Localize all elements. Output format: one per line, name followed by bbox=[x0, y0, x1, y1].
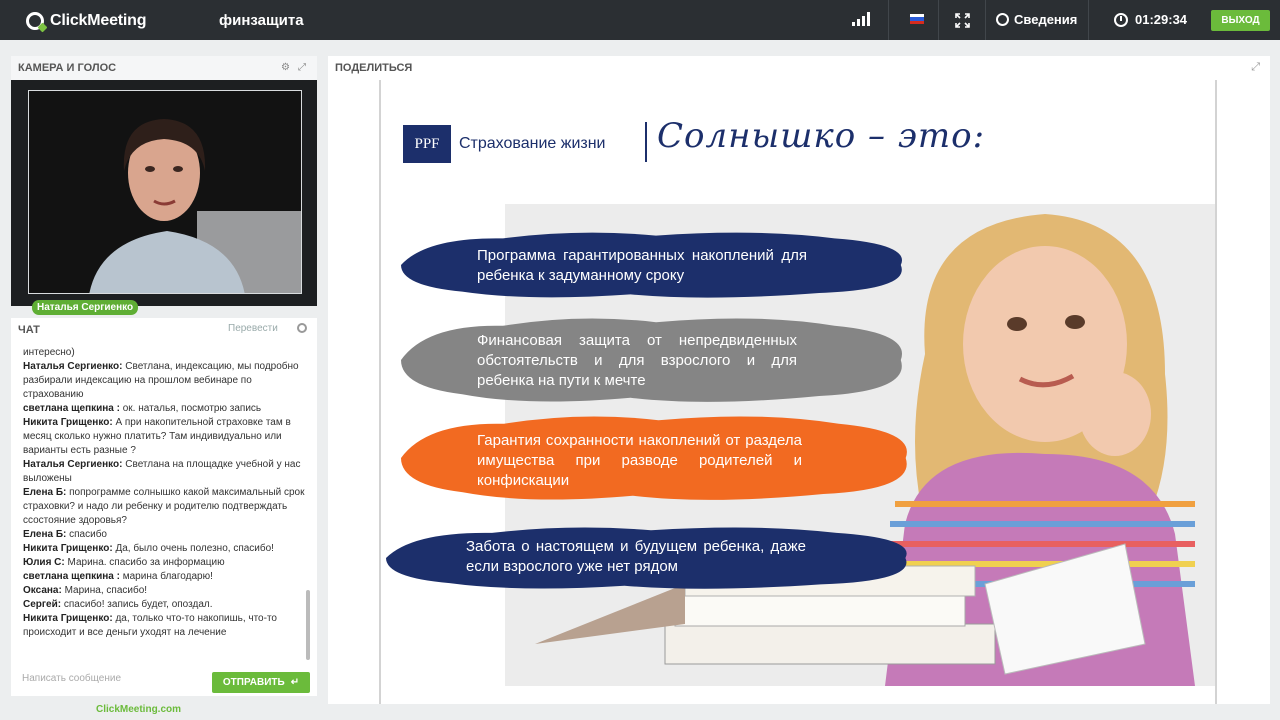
chat-scrollbar[interactable] bbox=[306, 590, 310, 660]
chat-message-text: ок. наталья, посмотрю запись bbox=[122, 403, 262, 414]
presenter-video-image bbox=[29, 91, 301, 293]
room-title: финзащита bbox=[219, 12, 304, 29]
chat-message: Никита Грищенко: Да, было очень полезно,… bbox=[23, 542, 313, 556]
chat-message: Никита Грищенко: А при накопительной стр… bbox=[23, 416, 313, 458]
presenter-name-tag: Наталья Сергиенко bbox=[32, 300, 139, 315]
slide-bullet-text: Программа гарантированных накоплений для… bbox=[477, 247, 807, 284]
slide-title: Солнышко – это: bbox=[657, 116, 986, 156]
enter-icon: ↵ bbox=[290, 677, 300, 688]
language-flag-icon[interactable] bbox=[910, 14, 924, 24]
chat-message: Оксана: Марина, спасибо! bbox=[23, 584, 313, 598]
chat-message: интересно) bbox=[23, 346, 313, 360]
chat-message-text: спасибо! запись будет, опоздал. bbox=[63, 599, 213, 610]
chat-panel: ЧАТ Перевести интересно) Наталья Сергиенк… bbox=[11, 318, 317, 696]
chat-message-author: Наталья Сергиенко: bbox=[23, 361, 123, 372]
logo-text: ClickMeeting bbox=[50, 12, 147, 29]
camera-panel-title: КАМЕРА И ГОЛОС bbox=[18, 62, 117, 74]
chat-panel-title: ЧАТ bbox=[18, 324, 40, 336]
chat-message-author: Елена Б: bbox=[23, 487, 67, 498]
share-panel-title: ПОДЕЛИТЬСЯ bbox=[335, 62, 413, 74]
slide-bullet-1: Программа гарантированных накоплений для… bbox=[401, 230, 911, 300]
chat-message-author: светлана щепкина : bbox=[23, 571, 120, 582]
divider bbox=[985, 0, 986, 40]
presenter-video bbox=[28, 90, 302, 294]
chat-message-author: Елена Б: bbox=[23, 529, 67, 540]
ppf-logo-text: Страхование жизни bbox=[459, 135, 606, 152]
timer-value: 01:29:34 bbox=[1135, 12, 1188, 27]
send-button[interactable]: ОТПРАВИТЬ ↵ bbox=[212, 672, 310, 693]
exit-button[interactable]: ВЫХОД bbox=[1211, 10, 1270, 31]
expand-icon[interactable]: ⤢ bbox=[298, 62, 306, 73]
slide-bullet-text: Финансовая защита от непредвиденных обст… bbox=[477, 332, 797, 389]
divider bbox=[938, 0, 939, 40]
chat-message: Наталья Сергиенко: Светлана на площадке … bbox=[23, 458, 313, 486]
ppf-logo: PPF Страхование жизни bbox=[403, 125, 605, 163]
chat-message-text: марина благодарю! bbox=[122, 571, 213, 582]
chat-message-author: Юлия С: bbox=[23, 557, 65, 568]
chat-message: Наталья Сергиенко: Светлана, индексацию,… bbox=[23, 360, 313, 402]
gear-icon bbox=[996, 13, 1009, 26]
info-button-label: Сведения bbox=[1014, 12, 1078, 27]
chat-message: светлана щепкина : марина благодарю! bbox=[23, 570, 313, 584]
slide-bullet-2: Финансовая защита от непредвиденных обст… bbox=[401, 315, 911, 405]
chat-message-author: светлана щепкина : bbox=[23, 403, 120, 414]
divider bbox=[888, 0, 889, 40]
slide-bullet-text: Гарантия сохранности накоплений от разде… bbox=[477, 432, 802, 489]
expand-icon[interactable]: ⤢ bbox=[1251, 61, 1260, 74]
chat-message-author: Никита Грищенко: bbox=[23, 613, 113, 624]
clock-icon bbox=[1114, 12, 1128, 27]
chat-message-author: Никита Грищенко: bbox=[23, 417, 113, 428]
top-bar: ClickMeeting финзащита Сведения 01:29:34… bbox=[0, 0, 1280, 40]
logo-icon bbox=[26, 12, 44, 30]
camera-video-area: Наталья Сергиенко bbox=[11, 80, 317, 315]
slide-bullet-text: Забота о настоящем и будущем ребенка, да… bbox=[466, 538, 806, 575]
clickmeeting-logo: ClickMeeting bbox=[26, 11, 146, 31]
camera-panel-controls: ⚙ ⤢ bbox=[281, 62, 306, 73]
chat-message-author: Никита Грищенко: bbox=[23, 543, 113, 554]
session-timer: 01:29:34 bbox=[1114, 12, 1187, 27]
divider bbox=[1088, 0, 1089, 40]
settings-icon[interactable]: ⚙ bbox=[281, 62, 290, 73]
presentation-slide: PPF Страхование жизни Солнышко – это: Пр… bbox=[379, 80, 1217, 704]
signal-strength-icon[interactable] bbox=[852, 11, 874, 26]
chat-message: Юлия С: Марина. спасибо за информацию bbox=[23, 556, 313, 570]
translate-link[interactable]: Перевести bbox=[228, 323, 278, 334]
clickmeeting-link[interactable]: ClickMeeting.com bbox=[96, 704, 181, 715]
slide-bullet-4: Забота о настоящем и будущем ребенка, да… bbox=[386, 525, 916, 591]
share-panel: ПОДЕЛИТЬСЯ ⤢ PPF Страхование жизни Солны… bbox=[328, 56, 1270, 704]
camera-panel: КАМЕРА И ГОЛОС ⚙ ⤢ Наталья Сергиенко bbox=[11, 56, 317, 315]
chat-message-text: попрограмме солнышко какой максимальный … bbox=[23, 487, 305, 526]
chat-message-text: Да, было очень полезно, спасибо! bbox=[115, 543, 274, 554]
chat-message: Елена Б: спасибо bbox=[23, 528, 313, 542]
chat-message-text: спасибо bbox=[69, 529, 107, 540]
chat-message-text: Марина, спасибо! bbox=[64, 585, 148, 596]
chat-settings-icon[interactable] bbox=[297, 323, 307, 333]
slide-bullet-3: Гарантия сохранности накоплений от разде… bbox=[401, 413, 916, 503]
chat-message: Никита Грищенко: да, только что-то накоп… bbox=[23, 612, 313, 640]
send-button-label: ОТПРАВИТЬ bbox=[222, 677, 285, 688]
chat-message-author: Оксана: bbox=[23, 585, 62, 596]
chat-message: Сергей: спасибо! запись будет, опоздал. bbox=[23, 598, 313, 612]
chat-message: Елена Б: попрограмме солнышко какой макс… bbox=[23, 486, 313, 528]
fullscreen-icon[interactable] bbox=[955, 13, 970, 28]
chat-message-author: Наталья Сергиенко: bbox=[23, 459, 123, 470]
chat-message-author: Сергей: bbox=[23, 599, 62, 610]
chat-log: интересно) Наталья Сергиенко: Светлана, и… bbox=[23, 346, 313, 646]
ppf-logo-mark: PPF bbox=[403, 125, 451, 163]
chat-message-text: Марина. спасибо за информацию bbox=[67, 557, 225, 568]
chat-message: светлана щепкина : ок. наталья, посмотрю… bbox=[23, 402, 313, 416]
chat-message-text: интересно) bbox=[23, 347, 75, 358]
title-divider bbox=[645, 122, 647, 162]
chat-message-input[interactable]: Написать сообщение bbox=[22, 673, 202, 689]
info-button[interactable]: Сведения bbox=[996, 12, 1077, 27]
